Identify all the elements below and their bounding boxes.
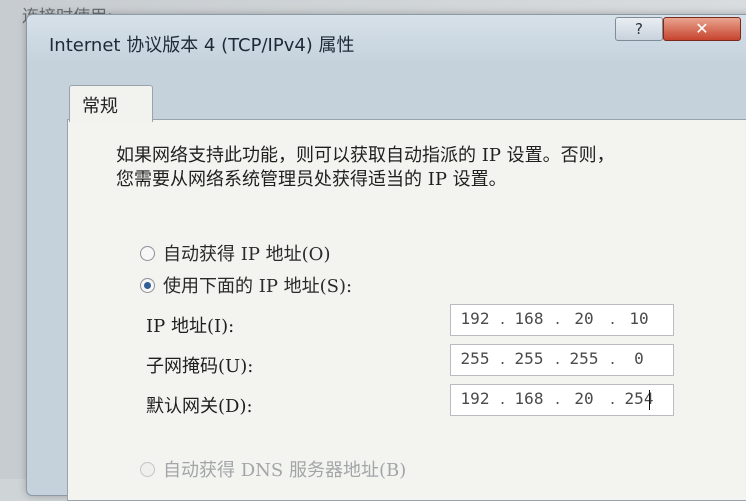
auto-ip-radio[interactable] [140,245,155,261]
default-gateway-octet-2: 168 [514,389,544,408]
default-gateway-octet-4: 254 [624,389,654,408]
auto-dns-label: 自动获得 DNS 服务器地址(B) [163,460,407,481]
default-gateway-separator: . [500,389,506,408]
auto-ip-label: 自动获得 IP 地址(O) [163,244,331,265]
ip-address-label: IP 地址(I): [146,316,235,337]
help-icon: ? [635,20,643,38]
default-gateway-octet-1: 192 [460,389,490,408]
text-caret [649,390,650,410]
default-gateway-separator: . [610,389,616,408]
ip-address-octet-4: 10 [629,309,649,328]
tab-general[interactable]: 常规 [69,85,153,122]
subnet-mask-octet-3: 255 [569,349,599,368]
description-line-2: 您需要从网络系统管理员处获得适当的 IP 设置。 [116,169,507,190]
dialog-titlebar[interactable]: Internet 协议版本 4 (TCP/IPv4) 属性 ? ✕ [27,15,746,63]
dialog-title: Internet 协议版本 4 (TCP/IPv4) 属性 [49,35,355,56]
subnet-mask-separator: . [555,349,561,368]
manual-ip-label: 使用下面的 IP 地址(S): [163,276,353,297]
description-line-1: 如果网络支持此功能，则可以获取自动指派的 IP 设置。否则， [116,145,615,166]
auto-dns-option[interactable]: 自动获得 DNS 服务器地址(B) [140,456,406,482]
ip-address-separator: . [500,309,506,328]
default-gateway-label: 默认网关(D): [146,396,253,417]
ip-address-octet-3: 20 [574,309,594,328]
default-gateway-field[interactable]: 192 . 168 . 20 . 254 [450,384,674,416]
auto-ip-option[interactable]: 自动获得 IP 地址(O) [140,240,330,266]
subnet-mask-separator: . [500,349,506,368]
manual-ip-radio[interactable] [140,277,155,293]
default-gateway-separator: . [555,389,561,408]
subnet-mask-octet-2: 255 [514,349,544,368]
subnet-mask-octet-1: 255 [460,349,490,368]
close-button[interactable]: ✕ [663,17,741,41]
close-icon: ✕ [695,19,709,38]
tcpip-properties-dialog: Internet 协议版本 4 (TCP/IPv4) 属性 ? ✕ 常规 如果网… [26,14,746,501]
help-button[interactable]: ? [615,17,663,41]
tab-general-label: 常规 [82,96,118,117]
ip-address-octet-1: 192 [460,309,490,328]
default-gateway-octet-3: 20 [574,389,594,408]
subnet-mask-octet-4: 0 [634,349,644,368]
subnet-mask-separator: . [610,349,616,368]
subnet-mask-label: 子网掩码(U): [146,356,254,377]
general-tab-panel: 如果网络支持此功能，则可以获取自动指派的 IP 设置。否则， 您需要从网络系统管… [67,119,746,501]
manual-ip-option[interactable]: 使用下面的 IP 地址(S): [140,272,352,298]
subnet-mask-field[interactable]: 255 . 255 . 255 . 0 [450,344,674,376]
ip-address-separator: . [555,309,561,328]
ip-address-octet-2: 168 [514,309,544,328]
description-text: 如果网络支持此功能，则可以获取自动指派的 IP 设置。否则， 您需要从网络系统管… [116,144,716,192]
auto-dns-radio[interactable] [140,461,155,477]
ip-address-field[interactable]: 192 . 168 . 20 . 10 [450,304,674,336]
ip-address-separator: . [610,309,616,328]
